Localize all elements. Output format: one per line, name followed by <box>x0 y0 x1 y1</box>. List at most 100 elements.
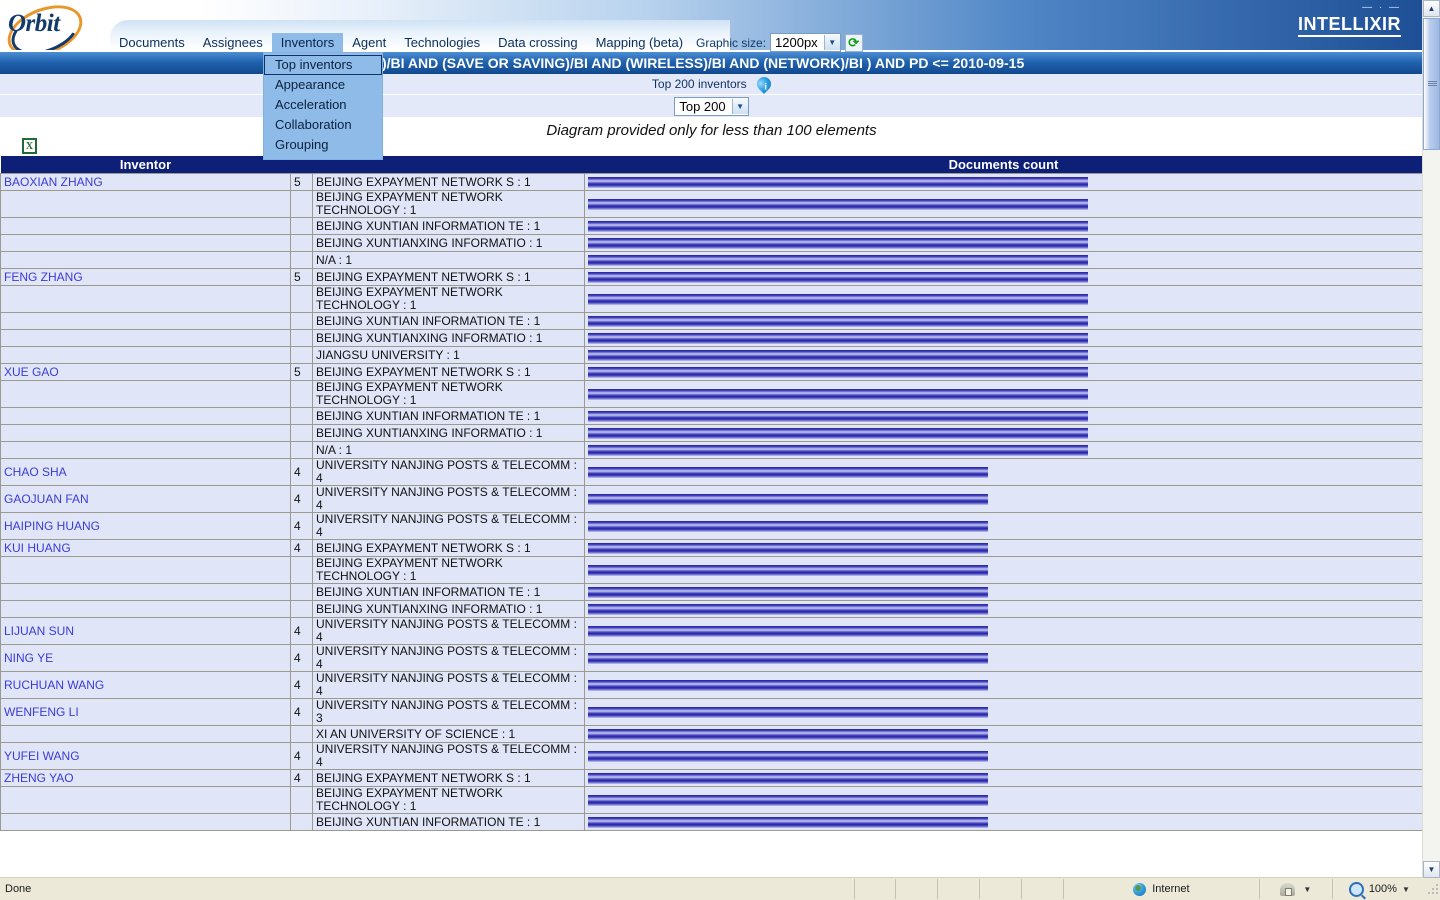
documents-count-bar <box>588 410 1088 422</box>
cell-bar <box>584 556 1423 584</box>
inventor-link[interactable]: HAIPING HUANG <box>4 519 100 533</box>
menu-item-data-crossing[interactable]: Data crossing <box>489 33 586 52</box>
cell-assignee: BEIJING XUNTIAN INFORMATION TE : 1 <box>312 312 585 330</box>
menu-item-technologies[interactable]: Technologies <box>395 33 489 52</box>
cell-assignee: BEIJING EXPAYMENT NETWORK TECHNOLOGY : 1 <box>312 380 585 408</box>
cell-bar <box>584 173 1423 191</box>
vertical-scrollbar[interactable]: ▲ ▼ <box>1422 0 1440 878</box>
documents-count-bar <box>588 466 988 478</box>
graphic-size-select[interactable]: 1200px ▼ <box>770 33 841 52</box>
table-row: KUI HUANG 4 BEIJING EXPAYMENT NETWORK S : … <box>0 539 1423 557</box>
graphic-size-control[interactable]: Graphic size: 1200px ▼ ⟳ <box>696 33 863 52</box>
orbit-logo: Orbit <box>0 0 124 50</box>
scroll-up-button[interactable]: ▲ <box>1423 0 1440 17</box>
cell-count <box>290 285 313 313</box>
table-row: BEIJING XUNTIAN INFORMATION TE : 1 <box>0 217 1423 235</box>
menu-item-mapping[interactable]: Mapping (beta) <box>587 33 692 52</box>
results-table-container: Inventor Documents count BAOXIAN ZHANG 5 B… <box>0 156 1423 878</box>
cell-bar <box>584 725 1423 743</box>
documents-count-bar <box>588 444 1088 456</box>
results-table: Inventor Documents count BAOXIAN ZHANG 5 B… <box>0 156 1423 831</box>
table-row: BEIJING EXPAYMENT NETWORK TECHNOLOGY : 1 <box>0 786 1423 814</box>
scroll-down-button[interactable]: ▼ <box>1423 861 1440 878</box>
inventor-link[interactable]: CHAO SHA <box>4 465 67 479</box>
inventors-dropdown-menu[interactable]: Top inventors Appearance Acceleration Co… <box>263 52 383 160</box>
chevron-down-icon[interactable]: ▼ <box>823 35 840 50</box>
status-cell-5 <box>1020 879 1063 899</box>
info-icon[interactable] <box>754 74 774 94</box>
intellixir-text: INTELLIXIR <box>1298 14 1401 37</box>
dropdown-item-acceleration[interactable]: Acceleration <box>264 95 382 115</box>
resize-grip-icon[interactable] <box>1426 882 1439 896</box>
top-n-value: Top 200 <box>679 99 726 114</box>
menu-item-documents[interactable]: Documents <box>110 33 194 52</box>
menu-item-agent[interactable]: Agent <box>343 33 395 52</box>
inventor-link[interactable]: XUE GAO <box>4 365 59 379</box>
zoom-control[interactable]: 100% ▼ <box>1331 879 1427 899</box>
main-menu[interactable]: Documents Assignees Inventors Agent Tech… <box>110 32 692 52</box>
inventor-link[interactable]: ZHENG YAO <box>4 771 74 785</box>
cell-bar <box>584 346 1423 364</box>
cell-count <box>290 251 313 269</box>
table-row: CHAO SHA 4 UNIVERSITY NANJING POSTS & TELE… <box>0 458 1423 486</box>
inventor-link[interactable]: RUCHUAN WANG <box>4 678 104 692</box>
cell-bar <box>584 644 1423 672</box>
cell-assignee: N/A : 1 <box>312 251 585 269</box>
cell-inventor <box>0 583 291 601</box>
dropdown-item-grouping[interactable]: Grouping <box>264 135 382 155</box>
cell-count <box>290 441 313 459</box>
documents-count-bar <box>588 198 1088 210</box>
cell-bar <box>584 742 1423 770</box>
menu-item-inventors[interactable]: Inventors <box>271 32 344 52</box>
inventor-link[interactable]: WENFENG LI <box>4 705 79 719</box>
cell-count <box>290 813 313 831</box>
cell-assignee: BEIJING XUNTIANXING INFORMATIO : 1 <box>312 329 585 347</box>
inventor-link[interactable]: YUFEI WANG <box>4 749 80 763</box>
privacy-indicator[interactable]: ▼ <box>1259 879 1331 899</box>
documents-count-bar <box>588 293 1088 305</box>
cell-count: 4 <box>290 644 313 672</box>
table-row: WENFENG LI 4 UNIVERSITY NANJING POSTS & TE… <box>0 698 1423 726</box>
inventor-link[interactable]: LIJUAN SUN <box>4 624 74 638</box>
graphic-size-label: Graphic size: <box>696 35 767 50</box>
dropdown-item-top-inventors[interactable]: Top inventors <box>264 55 382 75</box>
excel-export-icon[interactable]: X <box>22 138 37 154</box>
cell-count: 4 <box>290 769 313 787</box>
cell-bar <box>584 190 1423 218</box>
column-header-documents-count[interactable]: Documents count <box>584 156 1423 174</box>
inventor-link[interactable]: KUI HUANG <box>4 541 71 555</box>
documents-count-bar <box>588 271 1088 283</box>
table-row: N/A : 1 <box>0 441 1423 459</box>
cell-inventor <box>0 251 291 269</box>
inventor-link[interactable]: FENG ZHANG <box>4 270 83 284</box>
zoom-level: 100% <box>1368 883 1397 895</box>
column-header-inventor[interactable]: Inventor <box>0 156 291 174</box>
chevron-down-icon[interactable]: ▼ <box>731 99 748 114</box>
cell-bar <box>584 407 1423 425</box>
cell-assignee: BEIJING EXPAYMENT NETWORK TECHNOLOGY : 1 <box>312 285 585 313</box>
refresh-icon[interactable]: ⟳ <box>844 33 863 52</box>
inventor-link[interactable]: NING YE <box>4 651 53 665</box>
documents-count-bar <box>588 564 988 576</box>
inventor-link[interactable]: GAOJUAN FAN <box>4 492 89 506</box>
menu-item-assignees[interactable]: Assignees <box>194 33 272 52</box>
cell-assignee: BEIJING XUNTIANXING INFORMATIO : 1 <box>312 600 585 618</box>
chevron-down-icon[interactable]: ▼ <box>1402 885 1410 894</box>
cell-bar <box>584 458 1423 486</box>
top-select-row: Top 200 ▼ <box>0 95 1423 118</box>
cell-inventor <box>0 556 291 584</box>
cell-bar <box>584 769 1423 787</box>
top-n-select[interactable]: Top 200 ▼ <box>674 97 749 116</box>
documents-count-bar <box>588 586 988 598</box>
scrollbar-thumb[interactable] <box>1423 18 1440 150</box>
cell-bar <box>584 600 1423 618</box>
dropdown-item-appearance[interactable]: Appearance <box>264 75 382 95</box>
documents-count-bar <box>588 254 1088 266</box>
chevron-down-icon[interactable]: ▼ <box>1303 885 1311 894</box>
cell-inventor <box>0 234 291 252</box>
dropdown-item-collaboration[interactable]: Collaboration <box>264 115 382 135</box>
security-zone[interactable]: Internet <box>1062 879 1260 899</box>
status-cell-2 <box>895 879 937 899</box>
inventor-link[interactable]: BAOXIAN ZHANG <box>4 175 103 189</box>
cell-count: 4 <box>290 617 313 645</box>
